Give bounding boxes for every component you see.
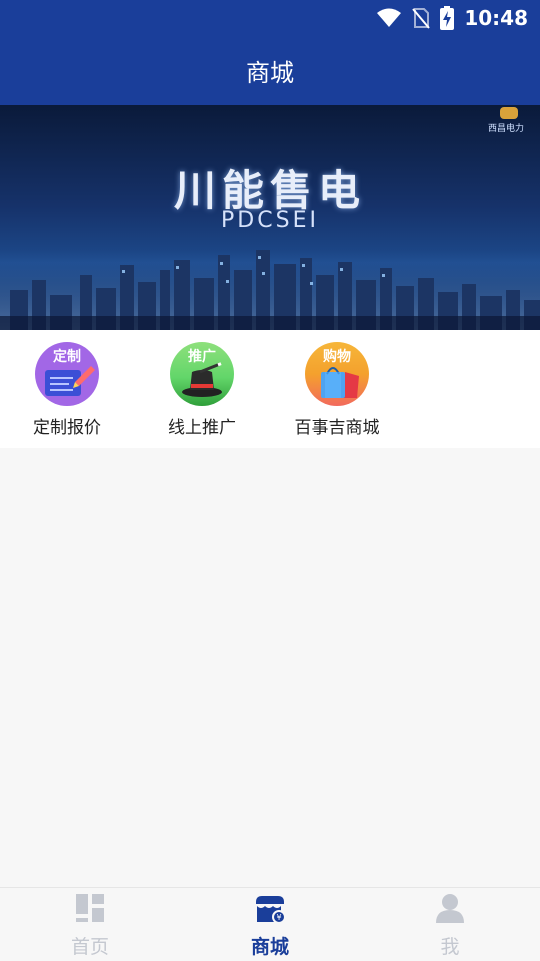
dashboard-icon: [76, 894, 104, 922]
banner-subtitle: PDCSEI: [221, 208, 319, 233]
service-online-promotion[interactable]: 推广 线上推广: [152, 342, 252, 438]
bottom-tab-bar: 首页 ¥ 商城 我: [0, 887, 540, 961]
custom-quote-icon: 定制: [35, 342, 99, 406]
page-title: 商城: [246, 59, 294, 87]
city-skyline-image: [0, 250, 540, 330]
promo-banner[interactable]: 西昌电力 川能售电 PDCSEI: [0, 105, 540, 330]
service-baishiji-mall[interactable]: 购物 百事吉商城: [287, 342, 387, 438]
svg-text:¥: ¥: [276, 913, 281, 922]
status-time: 10:48: [464, 6, 528, 30]
service-label: 线上推广: [168, 418, 236, 438]
magic-hat-icon: 推广: [170, 342, 234, 406]
tab-label: 我: [440, 936, 460, 958]
banner-logo-icon: [500, 107, 518, 119]
wifi-icon: [377, 8, 402, 27]
service-label: 定制报价: [33, 418, 101, 438]
service-grid: 定制 定制报价 推广 线上推广 购物 百事吉商城: [0, 330, 540, 448]
shopping-bag-icon: 购物: [305, 342, 369, 406]
tab-me[interactable]: 我: [360, 888, 540, 961]
status-bar: 10:48: [0, 0, 540, 36]
user-icon: [436, 894, 464, 923]
app-header: 商城: [0, 36, 540, 105]
tab-label: 首页: [70, 936, 109, 958]
tab-label: 商城: [250, 936, 289, 958]
banner-logo-text: 西昌电力: [487, 124, 524, 134]
status-icons: 10:48: [376, 0, 528, 36]
service-label: 百事吉商城: [294, 418, 380, 438]
tab-store[interactable]: ¥ 商城: [180, 888, 360, 961]
store-icon: ¥: [256, 896, 286, 924]
tab-home[interactable]: 首页: [0, 888, 180, 961]
service-custom-quote[interactable]: 定制 定制报价: [17, 342, 117, 438]
battery-charging-icon: [440, 6, 455, 30]
no-sim-icon: [412, 8, 431, 29]
